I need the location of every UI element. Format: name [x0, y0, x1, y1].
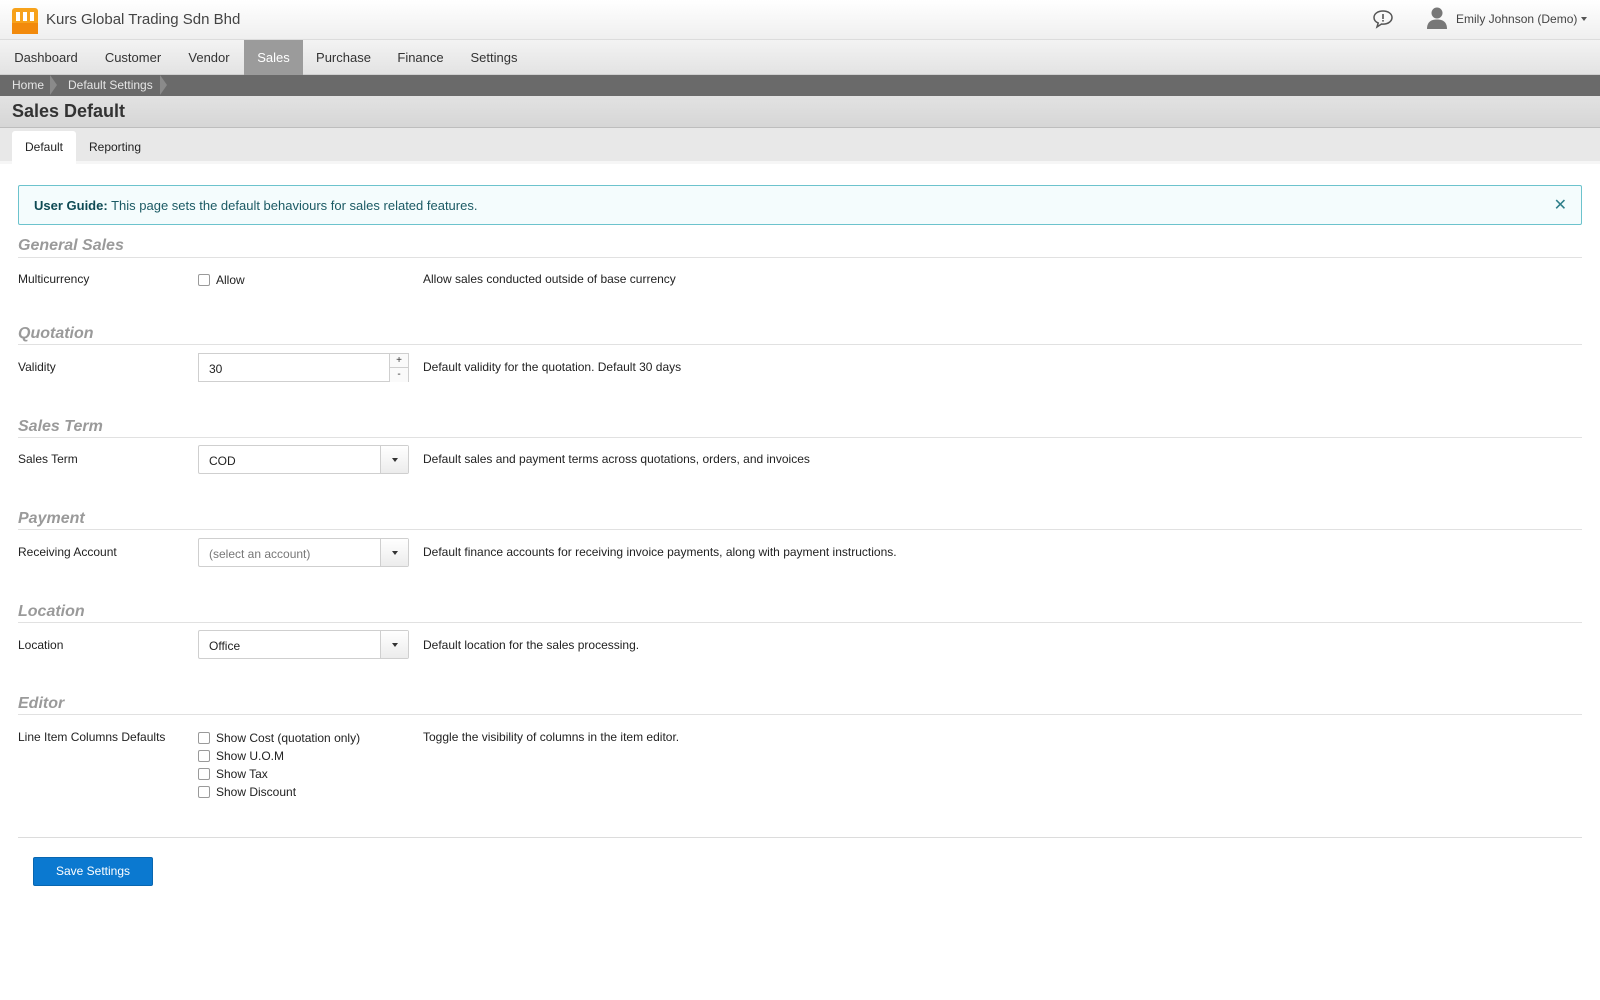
alert-body: This page sets the default behaviours fo… — [111, 198, 478, 213]
sales-term-value: COD — [209, 454, 236, 468]
line-item-columns-description: Toggle the visibility of columns in the … — [423, 730, 680, 744]
receiving-account-label: Receiving Account — [18, 545, 117, 559]
receiving-account-placeholder: (select an account) — [209, 547, 311, 561]
location-label: Location — [18, 638, 64, 652]
chevron-down-icon — [392, 643, 398, 647]
nav-item-vendor[interactable]: Vendor — [174, 40, 244, 75]
company-logo-icon — [12, 8, 38, 34]
multicurrency-description: Allow sales conducted outside of base cu… — [423, 272, 676, 286]
show-cost-checkbox[interactable] — [198, 732, 210, 744]
user-guide-alert: User Guide: This page sets the default b… — [18, 185, 1582, 225]
location-dropdown-button[interactable] — [380, 631, 408, 658]
validity-label: Validity — [18, 360, 56, 374]
multicurrency-allow-checkbox[interactable] — [198, 274, 210, 286]
alert-message: User Guide: This page sets the default b… — [34, 198, 477, 213]
nav-item-dashboard[interactable]: Dashboard — [0, 40, 92, 75]
nav-item-purchase[interactable]: Purchase — [303, 40, 384, 75]
section-divider — [18, 257, 1582, 258]
receiving-account-description: Default finance accounts for receiving i… — [423, 545, 897, 559]
show-tax-label[interactable]: Show Tax — [216, 767, 268, 781]
tab-bar: Default Reporting — [0, 128, 1600, 164]
page-header: Sales Default — [0, 96, 1600, 128]
nav-item-sales[interactable]: Sales — [244, 40, 303, 75]
nav-item-finance[interactable]: Finance — [384, 40, 457, 75]
section-title-payment: Payment — [18, 510, 85, 527]
section-divider — [18, 344, 1582, 345]
top-bar: Kurs Global Trading Sdn Bhd Emily Johnso… — [0, 0, 1600, 40]
sales-term-dropdown-button[interactable] — [380, 446, 408, 473]
chevron-down-icon — [392, 551, 398, 555]
breadcrumb-separator — [160, 75, 167, 95]
chevron-down-icon — [392, 458, 398, 462]
nav-item-customer[interactable]: Customer — [92, 40, 174, 75]
multicurrency-allow-label[interactable]: Allow — [216, 273, 245, 287]
validity-stepper: 30 + - — [198, 353, 409, 382]
section-title-location: Location — [18, 603, 85, 620]
section-title-general-sales: General Sales — [18, 237, 124, 254]
company-name[interactable]: Kurs Global Trading Sdn Bhd — [46, 11, 240, 28]
breadcrumb-default-settings[interactable]: Default Settings — [68, 75, 153, 96]
breadcrumb: Home Default Settings — [0, 75, 1600, 96]
location-select[interactable]: Office — [198, 630, 409, 659]
main-navigation: Dashboard Customer Vendor Sales Purchase… — [0, 40, 1600, 75]
sales-term-label: Sales Term — [18, 452, 78, 466]
user-menu-name[interactable]: Emily Johnson (Demo) — [1456, 12, 1577, 26]
tab-reporting[interactable]: Reporting — [78, 131, 152, 164]
show-uom-label[interactable]: Show U.O.M — [216, 749, 284, 763]
section-divider — [18, 714, 1582, 715]
sales-term-description: Default sales and payment terms across q… — [423, 452, 810, 466]
tab-default[interactable]: Default — [12, 131, 76, 164]
show-tax-checkbox[interactable] — [198, 768, 210, 780]
multicurrency-label: Multicurrency — [18, 272, 90, 286]
breadcrumb-home[interactable]: Home — [12, 75, 44, 96]
line-item-columns-label: Line Item Columns Defaults — [18, 730, 166, 744]
page-title: Sales Default — [12, 101, 126, 121]
show-uom-checkbox[interactable] — [198, 750, 210, 762]
breadcrumb-separator — [50, 75, 57, 95]
location-value: Office — [209, 639, 241, 653]
close-icon[interactable]: ✕ — [1554, 195, 1567, 215]
sales-term-select[interactable]: COD — [198, 445, 409, 474]
section-title-sales-term: Sales Term — [18, 418, 103, 435]
user-avatar-icon[interactable] — [1426, 6, 1448, 30]
chat-bubble-icon[interactable] — [1372, 9, 1394, 29]
nav-item-settings[interactable]: Settings — [457, 40, 531, 75]
validity-increment-button[interactable]: + — [389, 354, 408, 368]
form-footer-divider — [18, 837, 1582, 838]
show-discount-checkbox[interactable] — [198, 786, 210, 798]
section-divider — [18, 437, 1582, 438]
validity-description: Default validity for the quotation. Defa… — [423, 360, 682, 374]
receiving-account-dropdown-button[interactable] — [380, 539, 408, 566]
section-title-editor: Editor — [18, 695, 65, 712]
show-discount-label[interactable]: Show Discount — [216, 785, 296, 799]
save-settings-button[interactable]: Save Settings — [33, 857, 153, 886]
validity-input[interactable]: 30 — [209, 362, 222, 376]
section-title-quotation: Quotation — [18, 325, 94, 342]
validity-decrement-button[interactable]: - — [389, 368, 408, 382]
user-menu-chevron-down-icon[interactable] — [1581, 17, 1587, 21]
alert-title: User Guide: — [34, 198, 108, 213]
section-divider — [18, 529, 1582, 530]
section-divider — [18, 622, 1582, 623]
receiving-account-select[interactable]: (select an account) — [198, 538, 409, 567]
show-cost-label[interactable]: Show Cost (quotation only) — [216, 731, 360, 745]
location-description: Default location for the sales processin… — [423, 638, 640, 652]
